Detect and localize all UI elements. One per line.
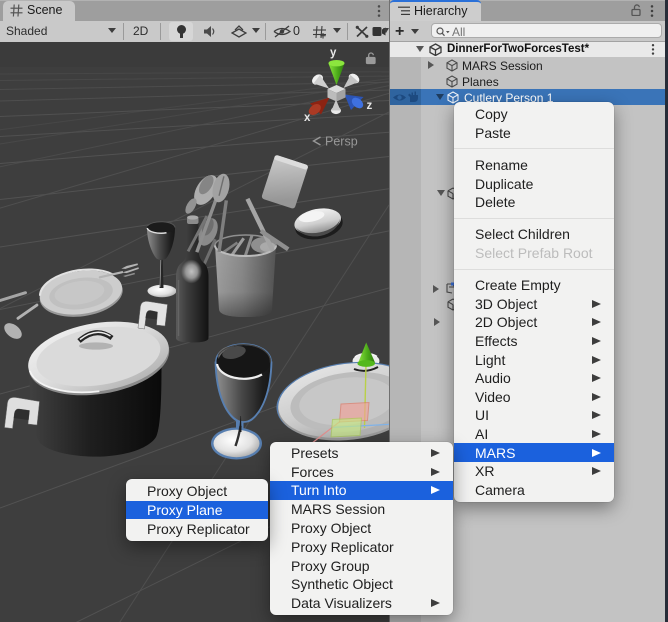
svg-text:Persp: Persp bbox=[325, 135, 358, 149]
svg-text:z: z bbox=[367, 100, 373, 112]
svg-text:x: x bbox=[304, 112, 311, 124]
svg-text:y: y bbox=[330, 47, 337, 59]
